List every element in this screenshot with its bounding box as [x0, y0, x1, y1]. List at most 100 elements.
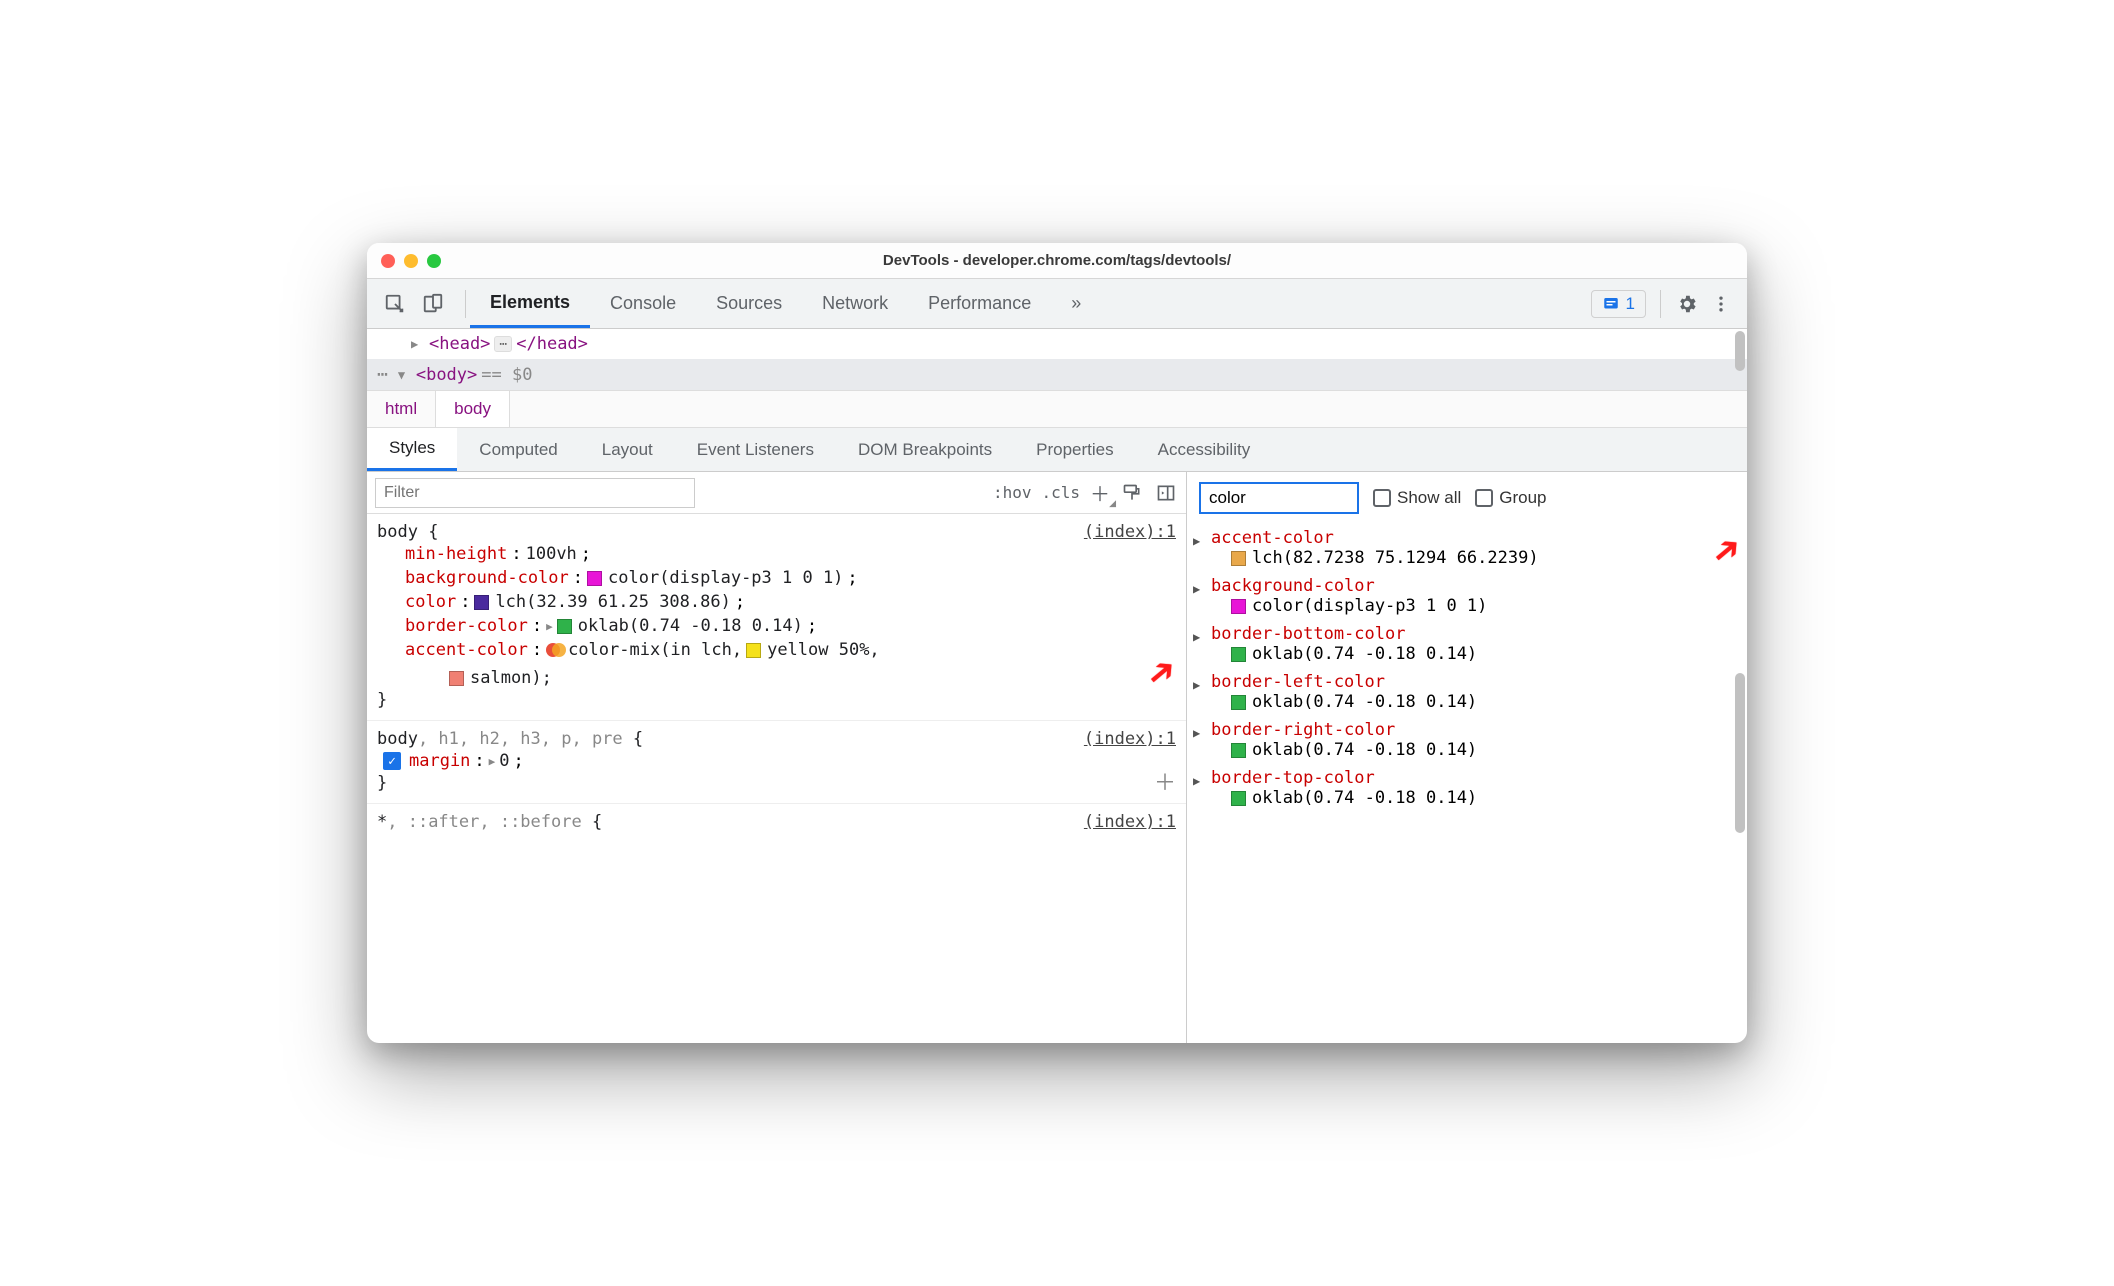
- color-swatch-icon[interactable]: [1231, 695, 1246, 710]
- css-selector[interactable]: body: [377, 522, 418, 542]
- scrollbar[interactable]: [1735, 673, 1745, 833]
- color-swatch-icon[interactable]: [1231, 599, 1246, 614]
- color-mix-swatch-icon[interactable]: [546, 641, 564, 659]
- css-property[interactable]: min-height: 100vh;: [405, 542, 1176, 566]
- traffic-lights: [381, 254, 441, 268]
- expand-icon[interactable]: ▶: [1193, 630, 1200, 644]
- dom-tree: ▶ <head> ⋯ </head> ⋯ ▼ <body> == $0: [367, 329, 1747, 390]
- color-swatch-icon[interactable]: [587, 571, 602, 586]
- expand-icon[interactable]: ▶: [1193, 534, 1200, 548]
- more-icon[interactable]: [1709, 292, 1733, 316]
- color-swatch-icon[interactable]: [449, 671, 464, 686]
- computed-property[interactable]: ▶ border-right-color oklab(0.74 -0.18 0.…: [1187, 716, 1747, 764]
- separator: [465, 290, 466, 318]
- css-property[interactable]: accent-color: color-mix(in lch, yellow 5…: [405, 638, 1176, 690]
- computed-body: ▶ accent-color lch(82.7238 75.1294 66.22…: [1187, 524, 1747, 1043]
- dom-tag: </head>: [516, 334, 588, 354]
- dom-head-line[interactable]: ▶ <head> ⋯ </head>: [367, 329, 1747, 359]
- checkbox-checked-icon[interactable]: ✓: [383, 752, 401, 770]
- crumb-body[interactable]: body: [436, 391, 510, 427]
- collapsed-icon[interactable]: ⋯: [494, 336, 512, 352]
- issues-count: 1: [1626, 294, 1635, 314]
- expand-icon[interactable]: ▶: [1193, 774, 1200, 788]
- computed-property[interactable]: ▶ border-bottom-color oklab(0.74 -0.18 0…: [1187, 620, 1747, 668]
- main-toolbar: Elements Console Sources Network Perform…: [367, 279, 1747, 329]
- selection-indicator-icon: ⋯: [377, 364, 394, 385]
- color-swatch-icon[interactable]: [1231, 791, 1246, 806]
- devtools-window: DevTools - developer.chrome.com/tags/dev…: [367, 243, 1747, 1043]
- css-property[interactable]: ✓ margin: ▶ 0;: [405, 749, 1176, 773]
- color-swatch-icon[interactable]: [1231, 551, 1246, 566]
- subtab-properties[interactable]: Properties: [1014, 428, 1135, 471]
- new-rule-button[interactable]: ＋: [1090, 478, 1110, 507]
- expand-icon[interactable]: ▶: [411, 337, 425, 351]
- subtab-computed[interactable]: Computed: [457, 428, 579, 471]
- add-property-button[interactable]: ＋: [1154, 765, 1176, 797]
- css-rule: *, ::after, ::before { (index):1: [367, 804, 1186, 842]
- crumb-html[interactable]: html: [367, 391, 436, 427]
- dom-tag: <body>: [416, 365, 477, 385]
- css-selector[interactable]: body: [377, 729, 418, 749]
- styles-filter-input[interactable]: [375, 478, 695, 508]
- inspect-icon[interactable]: [383, 292, 407, 316]
- tab-performance[interactable]: Performance: [908, 279, 1051, 328]
- titlebar: DevTools - developer.chrome.com/tags/dev…: [367, 243, 1747, 279]
- gear-icon[interactable]: [1675, 292, 1699, 316]
- show-all-checkbox[interactable]: Show all: [1373, 488, 1461, 508]
- subtab-event-listeners[interactable]: Event Listeners: [675, 428, 836, 471]
- window-title: DevTools - developer.chrome.com/tags/dev…: [367, 252, 1747, 269]
- subtab-layout[interactable]: Layout: [580, 428, 675, 471]
- hov-toggle[interactable]: :hov: [993, 483, 1032, 502]
- console-ref: == $0: [481, 365, 532, 385]
- tab-network[interactable]: Network: [802, 279, 908, 328]
- color-swatch-icon[interactable]: [474, 595, 489, 610]
- tab-sources[interactable]: Sources: [696, 279, 802, 328]
- tabs-overflow[interactable]: »: [1051, 279, 1101, 328]
- computed-property[interactable]: ▶ border-top-color oklab(0.74 -0.18 0.14…: [1187, 764, 1747, 812]
- minimize-icon[interactable]: [404, 254, 418, 268]
- styles-pane: :hov .cls ＋ body { (index):1: [367, 472, 1187, 1043]
- color-swatch-icon[interactable]: [1231, 647, 1246, 662]
- subtab-accessibility[interactable]: Accessibility: [1136, 428, 1273, 471]
- sidebar-toggle-icon[interactable]: [1154, 481, 1178, 505]
- expand-shorthand-icon[interactable]: ▶: [546, 620, 553, 633]
- dom-tag: <head>: [429, 334, 490, 354]
- maximize-icon[interactable]: [427, 254, 441, 268]
- tab-console[interactable]: Console: [590, 279, 696, 328]
- computed-property[interactable]: ▶ border-left-color oklab(0.74 -0.18 0.1…: [1187, 668, 1747, 716]
- expand-icon[interactable]: ▶: [1193, 678, 1200, 692]
- computed-property[interactable]: ▶ background-color color(display-p3 1 0 …: [1187, 572, 1747, 620]
- expand-shorthand-icon[interactable]: ▶: [489, 755, 496, 768]
- color-swatch-icon[interactable]: [557, 619, 572, 634]
- checkbox-icon: [1475, 489, 1493, 507]
- css-rule: body, h1, h2, h3, p, pre { (index):1 ✓ m…: [367, 721, 1186, 804]
- dom-body-line[interactable]: ⋯ ▼ <body> == $0: [367, 359, 1747, 390]
- css-rule: body { (index):1 min-height: 100vh; back…: [367, 514, 1186, 721]
- source-link[interactable]: (index):1: [1084, 812, 1176, 832]
- css-selector[interactable]: *: [377, 812, 387, 832]
- scrollbar[interactable]: [1735, 331, 1745, 371]
- computed-property[interactable]: ▶ accent-color lch(82.7238 75.1294 66.22…: [1187, 524, 1747, 572]
- css-property[interactable]: background-color: color(display-p3 1 0 1…: [405, 566, 1176, 590]
- expand-icon[interactable]: ▶: [1193, 726, 1200, 740]
- source-link[interactable]: (index):1: [1084, 522, 1176, 542]
- color-swatch-icon[interactable]: [1231, 743, 1246, 758]
- subtab-styles[interactable]: Styles: [367, 428, 457, 471]
- expand-icon[interactable]: ▶: [1193, 582, 1200, 596]
- brace-close: }: [377, 690, 1176, 710]
- css-property[interactable]: color: lch(32.39 61.25 308.86);: [405, 590, 1176, 614]
- device-toggle-icon[interactable]: [421, 292, 445, 316]
- cls-toggle[interactable]: .cls: [1041, 483, 1080, 502]
- color-swatch-icon[interactable]: [746, 643, 761, 658]
- subtab-dom-breakpoints[interactable]: DOM Breakpoints: [836, 428, 1014, 471]
- brace-close: }: [377, 773, 1176, 793]
- css-property[interactable]: border-color: ▶ oklab(0.74 -0.18 0.14);: [405, 614, 1176, 638]
- group-checkbox[interactable]: Group: [1475, 488, 1546, 508]
- paint-format-icon[interactable]: [1120, 481, 1144, 505]
- source-link[interactable]: (index):1: [1084, 729, 1176, 749]
- issues-badge[interactable]: 1: [1591, 290, 1646, 318]
- close-icon[interactable]: [381, 254, 395, 268]
- tab-elements[interactable]: Elements: [470, 279, 590, 328]
- computed-filter-input[interactable]: [1199, 482, 1359, 514]
- expand-icon[interactable]: ▼: [398, 368, 412, 382]
